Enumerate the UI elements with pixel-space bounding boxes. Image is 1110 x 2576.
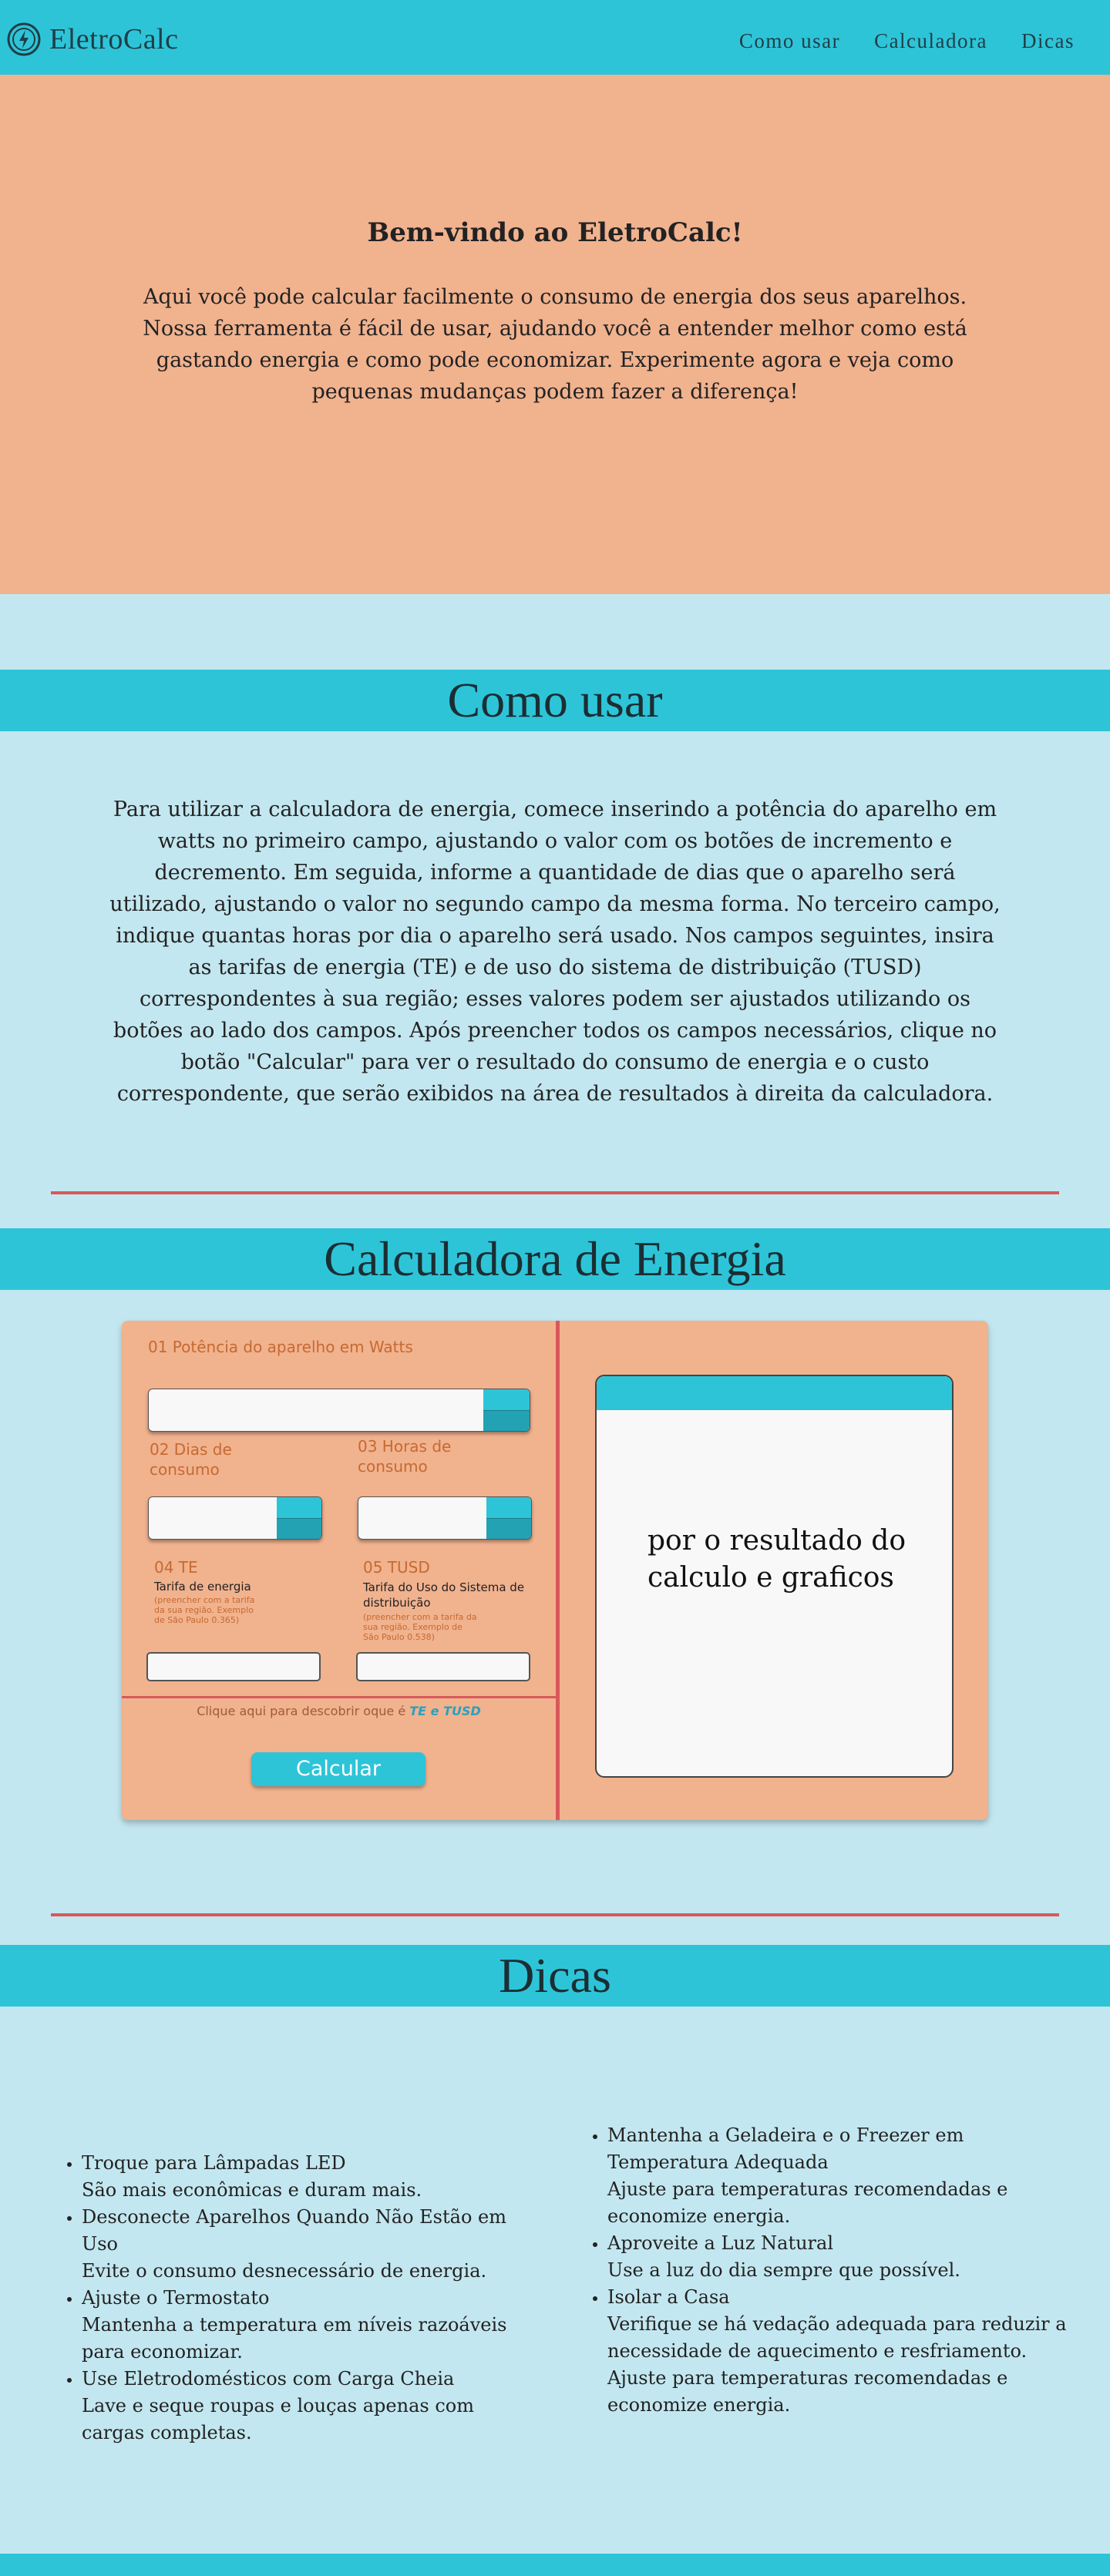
te-tusd-info: Clique aqui para descobrir oque é TE e T… bbox=[122, 1704, 556, 1718]
nav-links: Como usar Calculadora Dicas bbox=[739, 29, 1075, 53]
power-decrement-button[interactable] bbox=[483, 1410, 530, 1431]
tip-title: Aproveite a Luz Natural bbox=[607, 2232, 834, 2254]
days-decrement-button[interactable] bbox=[277, 1518, 321, 1539]
hero-text: Aqui você pode calcular facilmente o con… bbox=[143, 285, 967, 404]
hours-increment-button[interactable] bbox=[486, 1497, 531, 1519]
days-stepper bbox=[277, 1497, 321, 1539]
section-divider bbox=[51, 1913, 1059, 1916]
result-panel: por o resultado do calculo e graficos bbox=[595, 1375, 954, 1778]
te-tusd-info-text: Clique aqui para descobrir oque é bbox=[197, 1704, 410, 1718]
result-panel-header bbox=[597, 1376, 952, 1410]
hero-section: Bem-vindo ao EletroCalc! Aqui você pode … bbox=[0, 75, 1110, 594]
tip-desc: Evite o consumo desnecessário de energia… bbox=[82, 2260, 487, 2282]
days-input[interactable] bbox=[148, 1496, 322, 1540]
nav-link-como-usar[interactable]: Como usar bbox=[739, 29, 840, 53]
tips-left-column: Troque para Lâmpadas LED São mais econôm… bbox=[62, 2150, 540, 2447]
tip-desc: Mantenha a temperatura em níveis razoáve… bbox=[82, 2314, 507, 2363]
como-usar-header: Como usar bbox=[0, 670, 1110, 731]
calculator-panel: 01 Potência do aparelho em Watts 02 Dias… bbox=[122, 1321, 988, 1820]
logo-text: EletroCalc bbox=[49, 23, 179, 55]
tip-desc: São mais econômicas e duram mais. bbox=[82, 2179, 422, 2201]
top-navbar: EletroCalc Como usar Calculadora Dicas bbox=[0, 0, 1110, 75]
power-input[interactable] bbox=[148, 1389, 530, 1432]
te-tusd-info-link[interactable]: TE e TUSD bbox=[409, 1704, 481, 1718]
calculate-button[interactable]: Calcular bbox=[251, 1752, 426, 1786]
tip-title: Troque para Lâmpadas LED bbox=[82, 2152, 346, 2174]
calculator-vertical-divider bbox=[556, 1321, 560, 1820]
field3-label: 03 Horas de consumo bbox=[358, 1437, 452, 1476]
tip-item: Aproveite a Luz Natural Use a luz do dia… bbox=[607, 2230, 1081, 2284]
field1-label: 01 Potência do aparelho em Watts bbox=[148, 1338, 413, 1356]
tip-title: Isolar a Casa bbox=[607, 2286, 730, 2308]
tip-desc: Use a luz do dia sempre que possível. bbox=[607, 2259, 960, 2281]
calculadora-header: Calculadora de Energia bbox=[0, 1228, 1110, 1290]
nav-link-calculadora[interactable]: Calculadora bbox=[874, 29, 987, 53]
result-placeholder: por o resultado do calculo e graficos bbox=[648, 1525, 906, 1594]
tip-desc: Lave e seque roupas e louças apenas com … bbox=[82, 2395, 474, 2443]
como-usar-title: Como usar bbox=[447, 673, 663, 727]
tip-item: Desconecte Aparelhos Quando Não Estão em… bbox=[82, 2204, 540, 2285]
tip-title: Ajuste o Termostato bbox=[82, 2287, 270, 2309]
days-increment-button[interactable] bbox=[277, 1497, 321, 1519]
hours-stepper bbox=[486, 1497, 531, 1539]
field4-note: (preencher com a tarifa da sua região. E… bbox=[154, 1595, 255, 1625]
te-input[interactable] bbox=[146, 1652, 321, 1681]
tip-item: Use Eletrodomésticos com Carga Cheia Lav… bbox=[82, 2366, 540, 2447]
tip-title: Mantenha a Geladeira e o Freezer em Temp… bbox=[607, 2124, 964, 2173]
field5-note: (preencher com a tarifa da sua região. E… bbox=[363, 1612, 477, 1642]
field2-label: 02 Dias de consumo bbox=[150, 1440, 232, 1479]
footer bbox=[0, 2554, 1110, 2576]
tusd-input[interactable] bbox=[356, 1652, 530, 1681]
dicas-title: Dicas bbox=[499, 1948, 611, 2003]
dicas-header: Dicas bbox=[0, 1945, 1110, 2007]
field5-label: 05 TUSD bbox=[363, 1558, 430, 1577]
hours-input[interactable] bbox=[358, 1496, 532, 1540]
tip-item: Troque para Lâmpadas LED São mais econôm… bbox=[82, 2150, 540, 2204]
field4-sublabel: Tarifa de energia bbox=[154, 1580, 251, 1594]
calculator-divider bbox=[122, 1696, 556, 1698]
como-usar-text: Para utilizar a calculadora de energia, … bbox=[109, 798, 1001, 1106]
hero-title: Bem-vindo ao EletroCalc! bbox=[367, 217, 743, 248]
tips-right-column: Mantenha a Geladeira e o Freezer em Temp… bbox=[587, 2122, 1081, 2419]
lightning-circle-icon bbox=[7, 22, 41, 56]
tip-item: Isolar a Casa Verifique se há vedação ad… bbox=[607, 2284, 1081, 2419]
tip-title: Desconecte Aparelhos Quando Não Estão em… bbox=[82, 2206, 506, 2255]
logo[interactable]: EletroCalc bbox=[6, 22, 178, 57]
field4-label: 04 TE bbox=[154, 1558, 198, 1577]
tip-item: Mantenha a Geladeira e o Freezer em Temp… bbox=[607, 2122, 1081, 2230]
section-divider bbox=[51, 1191, 1059, 1194]
calculadora-title: Calculadora de Energia bbox=[324, 1231, 786, 1286]
tip-title: Use Eletrodomésticos com Carga Cheia bbox=[82, 2368, 455, 2390]
tip-desc: Verifique se há vedação adequada para re… bbox=[607, 2313, 1067, 2416]
power-stepper bbox=[483, 1389, 530, 1431]
hours-decrement-button[interactable] bbox=[486, 1518, 531, 1539]
field5-sublabel: Tarifa do Uso do Sistema de distribuição bbox=[363, 1580, 525, 1610]
tip-item: Ajuste o Termostato Mantenha a temperatu… bbox=[82, 2285, 540, 2366]
tip-desc: Ajuste para temperaturas recomendadas e … bbox=[607, 2178, 1008, 2227]
nav-link-dicas[interactable]: Dicas bbox=[1021, 29, 1075, 53]
power-increment-button[interactable] bbox=[483, 1389, 530, 1411]
